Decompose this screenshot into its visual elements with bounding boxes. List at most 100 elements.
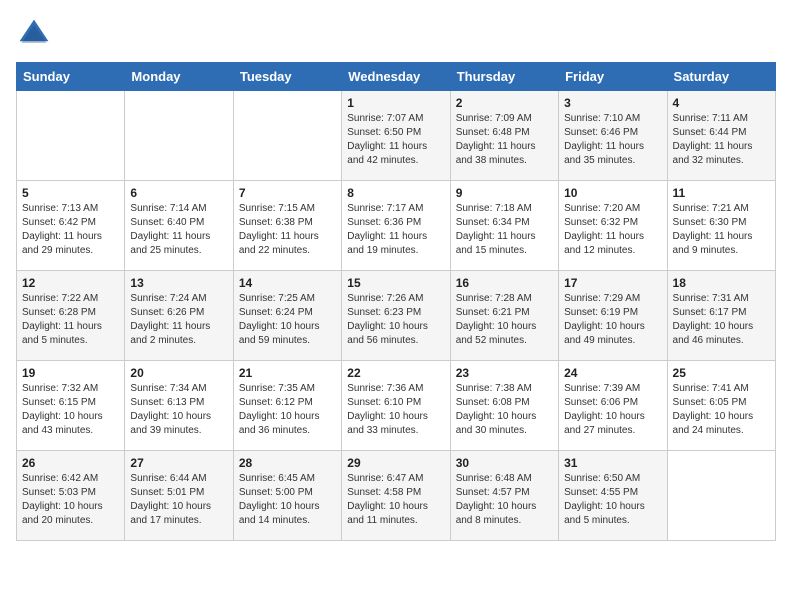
day-number: 18 [673, 276, 770, 290]
day-cell: 25 Sunrise: 7:41 AM Sunset: 6:05 PM Dayli… [667, 361, 775, 451]
day-cell [233, 91, 341, 181]
day-cell: 22 Sunrise: 7:36 AM Sunset: 6:10 PM Dayli… [342, 361, 450, 451]
day-cell: 2 Sunrise: 7:09 AM Sunset: 6:48 PM Daylig… [450, 91, 558, 181]
day-cell: 21 Sunrise: 7:35 AM Sunset: 6:12 PM Dayli… [233, 361, 341, 451]
day-info: Sunrise: 7:36 AM Sunset: 6:10 PM Dayligh… [347, 382, 444, 438]
day-info: Sunrise: 7:35 AM Sunset: 6:12 PM Dayligh… [239, 382, 336, 438]
day-info: Sunrise: 6:42 AM Sunset: 5:03 PM Dayligh… [22, 472, 119, 528]
day-info: Sunrise: 7:28 AM Sunset: 6:21 PM Dayligh… [456, 292, 553, 348]
day-cell: 27 Sunrise: 6:44 AM Sunset: 5:01 PM Dayli… [125, 451, 233, 541]
day-cell: 28 Sunrise: 6:45 AM Sunset: 5:00 PM Dayli… [233, 451, 341, 541]
day-number: 21 [239, 366, 336, 380]
day-cell: 26 Sunrise: 6:42 AM Sunset: 5:03 PM Dayli… [17, 451, 125, 541]
day-cell: 19 Sunrise: 7:32 AM Sunset: 6:15 PM Dayli… [17, 361, 125, 451]
header-row: SundayMondayTuesdayWednesdayThursdayFrid… [17, 63, 776, 91]
day-cell: 29Sunrise: 6:47 AM Sunset: 4:58 PM Dayli… [342, 451, 450, 541]
day-cell [125, 91, 233, 181]
day-number: 4 [673, 96, 770, 110]
day-number: 9 [456, 186, 553, 200]
week-row-4: 19 Sunrise: 7:32 AM Sunset: 6:15 PM Dayli… [17, 361, 776, 451]
day-info: Sunrise: 7:26 AM Sunset: 6:23 PM Dayligh… [347, 292, 444, 348]
day-number: 6 [130, 186, 227, 200]
day-info: Sunrise: 7:11 AM Sunset: 6:44 PM Dayligh… [673, 112, 770, 168]
day-cell: 20 Sunrise: 7:34 AM Sunset: 6:13 PM Dayli… [125, 361, 233, 451]
day-number: 22 [347, 366, 444, 380]
week-row-2: 5 Sunrise: 7:13 AM Sunset: 6:42 PM Daylig… [17, 181, 776, 271]
day-info: Sunrise: 7:22 AM Sunset: 6:28 PM Dayligh… [22, 292, 119, 348]
day-header-sunday: Sunday [17, 63, 125, 91]
day-number: 1 [347, 96, 444, 110]
day-number: 3 [564, 96, 661, 110]
day-cell: 9 Sunrise: 7:18 AM Sunset: 6:34 PM Daylig… [450, 181, 558, 271]
day-number: 23 [456, 366, 553, 380]
day-cell: 5 Sunrise: 7:13 AM Sunset: 6:42 PM Daylig… [17, 181, 125, 271]
day-number: 5 [22, 186, 119, 200]
day-info: Sunrise: 7:38 AM Sunset: 6:08 PM Dayligh… [456, 382, 553, 438]
day-cell: 24 Sunrise: 7:39 AM Sunset: 6:06 PM Dayli… [559, 361, 667, 451]
day-info: Sunrise: 6:45 AM Sunset: 5:00 PM Dayligh… [239, 472, 336, 528]
day-cell: 18 Sunrise: 7:31 AM Sunset: 6:17 PM Dayli… [667, 271, 775, 361]
day-cell: 16 Sunrise: 7:28 AM Sunset: 6:21 PM Dayli… [450, 271, 558, 361]
day-info: Sunrise: 7:13 AM Sunset: 6:42 PM Dayligh… [22, 202, 119, 258]
day-number: 29 [347, 456, 444, 470]
day-number: 8 [347, 186, 444, 200]
day-info: Sunrise: 7:10 AM Sunset: 6:46 PM Dayligh… [564, 112, 661, 168]
day-info: Sunrise: 7:17 AM Sunset: 6:36 PM Dayligh… [347, 202, 444, 258]
day-cell: 23 Sunrise: 7:38 AM Sunset: 6:08 PM Dayli… [450, 361, 558, 451]
day-number: 25 [673, 366, 770, 380]
day-number: 15 [347, 276, 444, 290]
day-info: Sunrise: 7:18 AM Sunset: 6:34 PM Dayligh… [456, 202, 553, 258]
day-info: Sunrise: 7:25 AM Sunset: 6:24 PM Dayligh… [239, 292, 336, 348]
day-header-wednesday: Wednesday [342, 63, 450, 91]
day-cell: 12Sunrise: 7:22 AM Sunset: 6:28 PM Dayli… [17, 271, 125, 361]
day-number: 19 [22, 366, 119, 380]
day-info: Sunrise: 7:34 AM Sunset: 6:13 PM Dayligh… [130, 382, 227, 438]
day-number: 13 [130, 276, 227, 290]
day-header-thursday: Thursday [450, 63, 558, 91]
day-number: 26 [22, 456, 119, 470]
logo [16, 16, 56, 52]
day-number: 10 [564, 186, 661, 200]
day-number: 16 [456, 276, 553, 290]
day-info: Sunrise: 6:44 AM Sunset: 5:01 PM Dayligh… [130, 472, 227, 528]
day-number: 14 [239, 276, 336, 290]
day-info: Sunrise: 7:29 AM Sunset: 6:19 PM Dayligh… [564, 292, 661, 348]
day-cell [667, 451, 775, 541]
day-cell: 14 Sunrise: 7:25 AM Sunset: 6:24 PM Dayli… [233, 271, 341, 361]
day-number: 31 [564, 456, 661, 470]
day-cell: 17Sunrise: 7:29 AM Sunset: 6:19 PM Dayli… [559, 271, 667, 361]
day-header-tuesday: Tuesday [233, 63, 341, 91]
day-cell: 15 Sunrise: 7:26 AM Sunset: 6:23 PM Dayli… [342, 271, 450, 361]
day-info: Sunrise: 7:07 AM Sunset: 6:50 PM Dayligh… [347, 112, 444, 168]
week-row-1: 1 Sunrise: 7:07 AM Sunset: 6:50 PM Daylig… [17, 91, 776, 181]
day-info: Sunrise: 7:20 AM Sunset: 6:32 PM Dayligh… [564, 202, 661, 258]
day-number: 20 [130, 366, 227, 380]
day-cell: 3 Sunrise: 7:10 AM Sunset: 6:46 PM Daylig… [559, 91, 667, 181]
day-info: Sunrise: 6:50 AM Sunset: 4:55 PM Dayligh… [564, 472, 661, 528]
day-info: Sunrise: 7:41 AM Sunset: 6:05 PM Dayligh… [673, 382, 770, 438]
week-row-5: 26 Sunrise: 6:42 AM Sunset: 5:03 PM Dayli… [17, 451, 776, 541]
day-info: Sunrise: 7:39 AM Sunset: 6:06 PM Dayligh… [564, 382, 661, 438]
day-cell: 4 Sunrise: 7:11 AM Sunset: 6:44 PM Daylig… [667, 91, 775, 181]
day-cell: 30Sunrise: 6:48 AM Sunset: 4:57 PM Dayli… [450, 451, 558, 541]
day-cell: 31 Sunrise: 6:50 AM Sunset: 4:55 PM Dayli… [559, 451, 667, 541]
day-number: 2 [456, 96, 553, 110]
day-cell [17, 91, 125, 181]
day-cell: 11Sunrise: 7:21 AM Sunset: 6:30 PM Dayli… [667, 181, 775, 271]
day-info: Sunrise: 7:32 AM Sunset: 6:15 PM Dayligh… [22, 382, 119, 438]
day-number: 27 [130, 456, 227, 470]
day-info: Sunrise: 7:24 AM Sunset: 6:26 PM Dayligh… [130, 292, 227, 348]
day-info: Sunrise: 6:48 AM Sunset: 4:57 PM Dayligh… [456, 472, 553, 528]
calendar-table: SundayMondayTuesdayWednesdayThursdayFrid… [16, 62, 776, 541]
day-cell: 13 Sunrise: 7:24 AM Sunset: 6:26 PM Dayli… [125, 271, 233, 361]
day-info: Sunrise: 7:14 AM Sunset: 6:40 PM Dayligh… [130, 202, 227, 258]
logo-icon [16, 16, 52, 52]
day-number: 28 [239, 456, 336, 470]
day-info: Sunrise: 7:31 AM Sunset: 6:17 PM Dayligh… [673, 292, 770, 348]
day-info: Sunrise: 7:09 AM Sunset: 6:48 PM Dayligh… [456, 112, 553, 168]
week-row-3: 12Sunrise: 7:22 AM Sunset: 6:28 PM Dayli… [17, 271, 776, 361]
day-header-friday: Friday [559, 63, 667, 91]
day-number: 24 [564, 366, 661, 380]
day-cell: 8 Sunrise: 7:17 AM Sunset: 6:36 PM Daylig… [342, 181, 450, 271]
day-number: 7 [239, 186, 336, 200]
